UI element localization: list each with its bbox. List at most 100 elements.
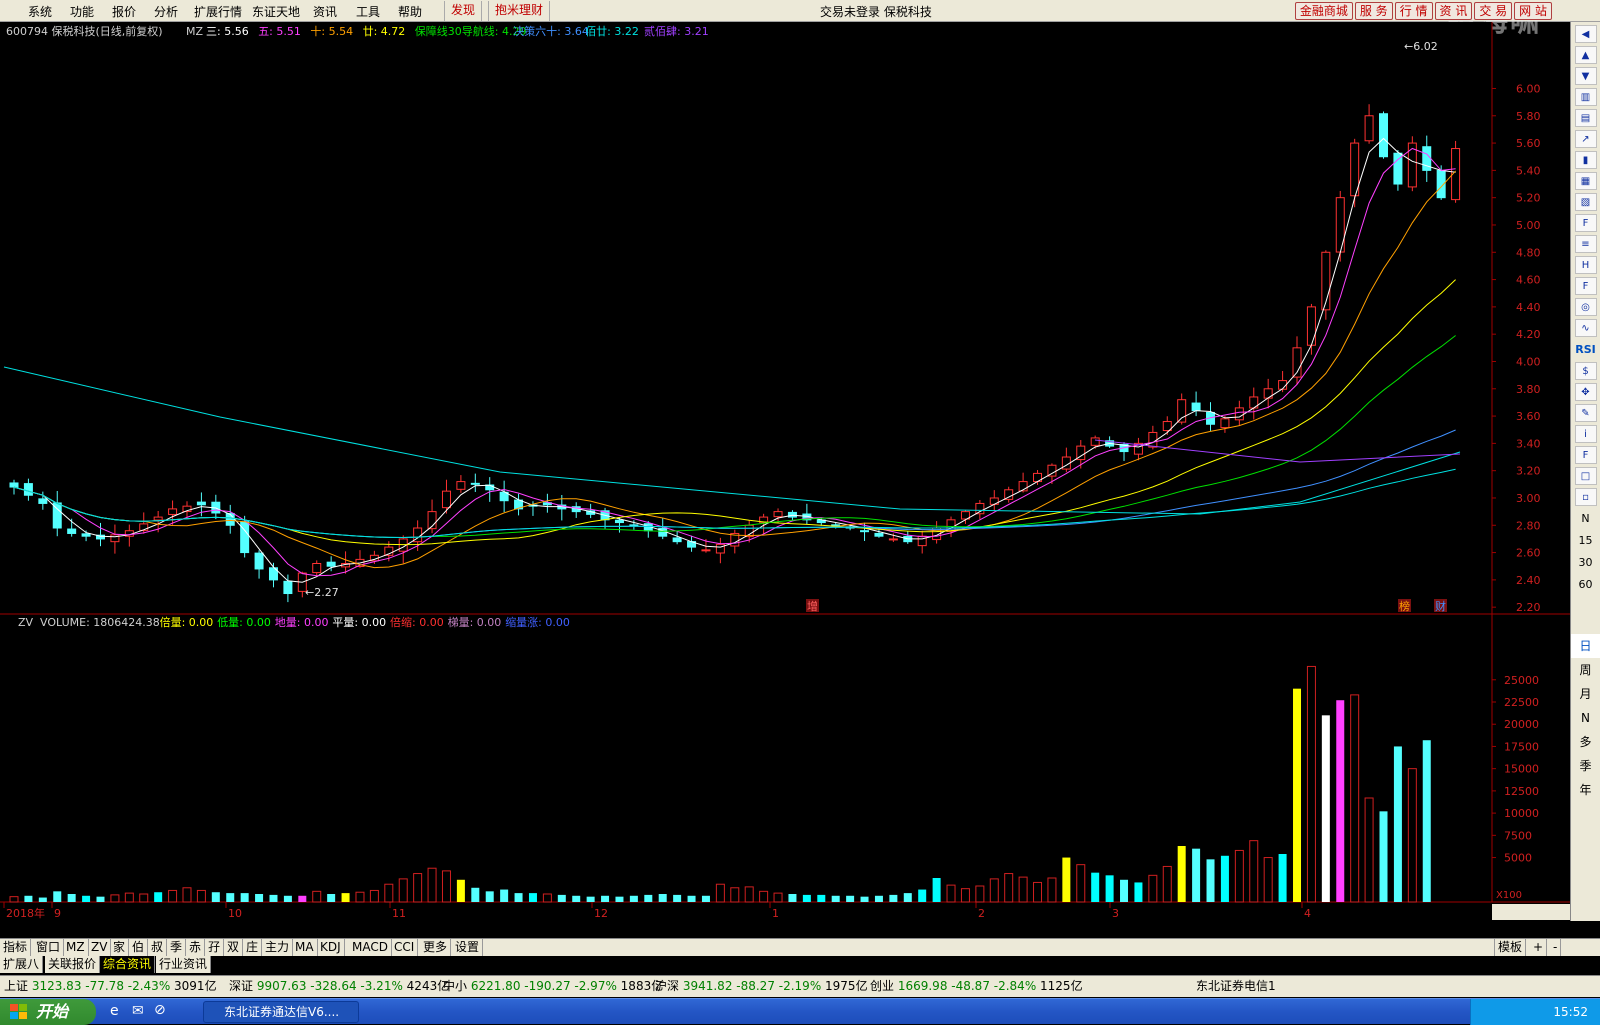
ie-icon[interactable]: e xyxy=(110,1003,119,1019)
menu-ext-market[interactable]: 扩展行情 xyxy=(194,3,242,20)
menu-dongzheng[interactable]: 东证天地 xyxy=(252,3,300,20)
volume-bar xyxy=(369,889,379,903)
tab-indicator[interactable]: 指标 xyxy=(0,939,32,956)
kline-icon[interactable]: ▥ xyxy=(1574,88,1597,106)
start-button[interactable]: 开始 xyxy=(0,999,96,1025)
tab-ma[interactable]: MA xyxy=(292,939,318,956)
menu-discover[interactable]: 发现 xyxy=(444,1,483,21)
tab-zhuli[interactable]: 主力 xyxy=(262,939,294,956)
mall-button[interactable]: 金融商城 xyxy=(1294,2,1353,20)
arrow-up-icon[interactable]: ▲ xyxy=(1574,46,1597,64)
menu-function[interactable]: 功能 xyxy=(70,3,94,20)
f10-icon[interactable]: F xyxy=(1574,214,1597,232)
tab-jia[interactable]: 家 xyxy=(110,939,130,956)
candle-body xyxy=(1090,437,1100,446)
minute-icon[interactable]: ▫ xyxy=(1574,488,1597,506)
window-icon[interactable]: □ xyxy=(1574,467,1597,485)
info-icon[interactable]: i xyxy=(1574,425,1597,443)
candle-body xyxy=(1148,431,1158,448)
tab-related-quote[interactable]: 关联报价 xyxy=(45,956,101,973)
tab-window[interactable]: 窗口 xyxy=(33,939,65,956)
trend-icon[interactable]: ↗ xyxy=(1574,130,1597,148)
menu-info[interactable]: 资讯 xyxy=(313,3,337,20)
rsi-button[interactable]: RSI xyxy=(1575,341,1597,359)
period-day[interactable]: 日 xyxy=(1571,634,1600,658)
move-icon[interactable]: ✥ xyxy=(1574,383,1597,401)
windows-taskbar: 开始 e ✉ ⊘ 东北证券通达信V6.... 15:52 xyxy=(0,998,1600,1025)
menu-help[interactable]: 帮助 xyxy=(398,3,422,20)
tab-settings[interactable]: 设置 xyxy=(452,939,484,956)
tab-bo[interactable]: 伯 xyxy=(129,939,149,956)
template-button[interactable]: 模板 xyxy=(1494,939,1527,956)
tab-general-news[interactable]: 综合资讯 xyxy=(100,956,156,973)
tab-macd[interactable]: MACD xyxy=(349,939,392,956)
period-60-button[interactable]: 60 xyxy=(1575,576,1597,594)
arrow-down-icon[interactable]: ▼ xyxy=(1574,67,1597,85)
period-30-button[interactable]: 30 xyxy=(1575,554,1597,572)
tab-ji[interactable]: 季 xyxy=(167,939,187,956)
menu-tools[interactable]: 工具 xyxy=(356,3,380,20)
f12-icon[interactable]: F xyxy=(1574,277,1597,295)
tab-zi[interactable]: 孖 xyxy=(205,939,225,956)
broker-server[interactable]: 东北证券电信1 xyxy=(1196,976,1276,996)
volume-bar xyxy=(831,895,840,902)
volume-tick-label: 10000 xyxy=(1504,807,1539,820)
tab-kdj[interactable]: KDJ xyxy=(317,939,345,956)
trade-button[interactable]: 交 易 xyxy=(1474,2,1513,20)
add-icon[interactable]: + xyxy=(1530,939,1548,956)
tab-cci[interactable]: CCI xyxy=(391,939,419,956)
bars-icon[interactable]: ▤ xyxy=(1574,109,1597,127)
browser-icon[interactable]: ⊘ xyxy=(154,1002,166,1018)
service-button[interactable]: 服 务 xyxy=(1354,2,1393,20)
period-n-button[interactable]: N xyxy=(1575,510,1597,528)
tab-shuang[interactable]: 双 xyxy=(224,939,244,956)
grid-icon[interactable]: ▦ xyxy=(1574,172,1597,190)
menu-quote[interactable]: 报价 xyxy=(112,3,136,20)
ticker-amount: 1975亿 xyxy=(825,979,868,993)
period-week[interactable]: 周 xyxy=(1571,658,1600,682)
candle-icon[interactable]: ▮ xyxy=(1574,151,1597,169)
ticker-item[interactable]: 沪深 3941.82 -88.27 -2.19% 1975亿 xyxy=(655,976,868,996)
minus-icon[interactable]: - xyxy=(1550,939,1562,956)
tab-ext8[interactable]: 扩展八 xyxy=(0,956,44,973)
h-icon[interactable]: H xyxy=(1574,256,1597,274)
tab-zv[interactable]: ZV xyxy=(88,939,112,956)
f5-icon[interactable]: F xyxy=(1574,446,1597,464)
scan-icon[interactable]: ◎ xyxy=(1574,298,1597,316)
period-n-day[interactable]: N xyxy=(1571,706,1600,730)
volume-bar xyxy=(932,878,941,902)
website-button[interactable]: 网 站 xyxy=(1514,2,1552,20)
period-year[interactable]: 年 xyxy=(1571,778,1600,802)
taskbar-app-tdx[interactable]: 东北证券通达信V6.... xyxy=(203,1001,359,1023)
ticker-item[interactable]: 深证 9907.63 -328.64 -3.21% 4243亿 xyxy=(229,976,449,996)
month-label: 11 xyxy=(392,907,406,920)
tab-shu[interactable]: 叔 xyxy=(148,939,168,956)
menu-analysis[interactable]: 分析 xyxy=(154,3,178,20)
ticker-item[interactable]: 创业 1669.98 -48.87 -2.84% 1125亿 xyxy=(870,976,1083,996)
ticker-item[interactable]: 上证 3123.83 -77.78 -2.43% 3091亿 xyxy=(4,976,217,996)
mail-icon[interactable]: ✉ xyxy=(132,1003,144,1019)
compare-icon[interactable]: ▧ xyxy=(1574,193,1597,211)
tab-chi[interactable]: 赤 xyxy=(186,939,206,956)
wave-icon[interactable]: ∿ xyxy=(1574,319,1597,337)
money-icon[interactable]: $ xyxy=(1574,362,1597,380)
news-button[interactable]: 资 讯 xyxy=(1434,2,1473,20)
arrow-left-icon[interactable]: ◀ xyxy=(1574,25,1597,43)
list-icon[interactable]: ≡ xyxy=(1574,235,1597,253)
tab-mz[interactable]: MZ xyxy=(63,939,89,956)
tab-industry-news[interactable]: 行业资讯 xyxy=(156,956,212,973)
period-15-button[interactable]: 15 xyxy=(1575,532,1597,550)
pen-icon[interactable]: ✎ xyxy=(1574,404,1597,422)
candle-body xyxy=(456,481,466,490)
menu-system[interactable]: 系统 xyxy=(28,3,52,20)
market-button[interactable]: 行 情 xyxy=(1394,2,1433,20)
kline-chart[interactable]: 2.20 2.40 2.60 2.80 3.00 3.20 3.40 3.60 3.80 4.00… xyxy=(0,22,1570,938)
volume-bar xyxy=(773,892,783,903)
period-multi[interactable]: 多 xyxy=(1571,730,1600,754)
period-quarter[interactable]: 季 xyxy=(1571,754,1600,778)
ticker-item[interactable]: 中小 6221.80 -190.27 -2.97% 1883亿 xyxy=(443,976,663,996)
menu-finance[interactable]: 抱米理财 xyxy=(488,1,551,21)
tab-more[interactable]: 更多 xyxy=(420,939,452,956)
tab-zhuang[interactable]: 庄 xyxy=(243,939,263,956)
period-month[interactable]: 月 xyxy=(1571,682,1600,706)
